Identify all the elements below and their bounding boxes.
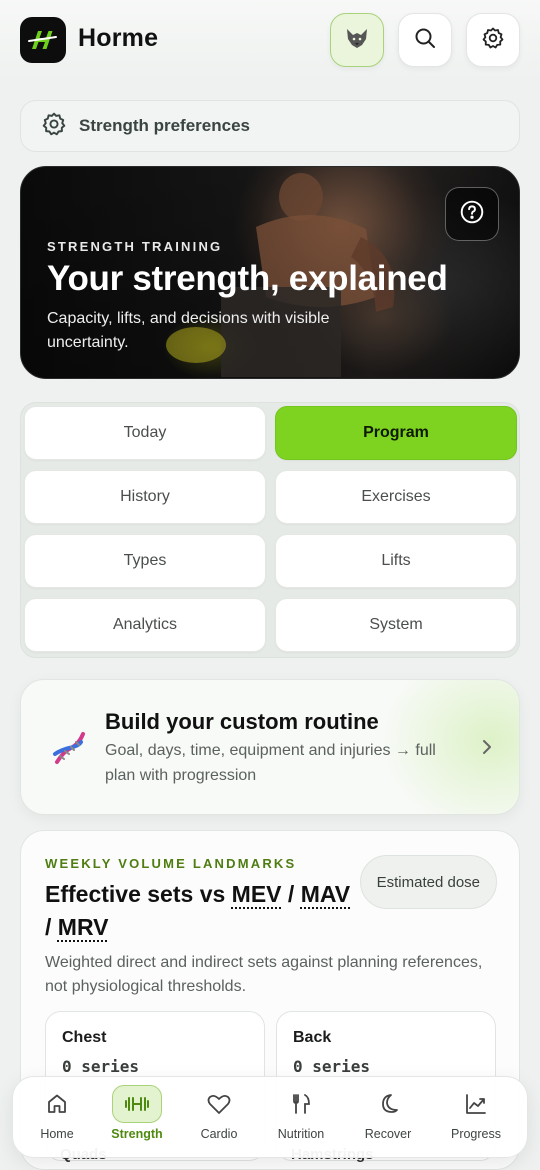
landmarks-eyebrow: WEEKLY VOLUME LANDMARKS — [45, 856, 297, 871]
hero-title: Your strength, explained — [47, 259, 448, 298]
mrv-term[interactable]: MRV — [58, 914, 109, 940]
help-icon — [459, 199, 485, 230]
nav-label: Cardio — [200, 1127, 238, 1141]
tab-program[interactable]: Program — [275, 406, 517, 460]
bottom-navigation: Home Strength Cardio Nutrition Recover P… — [12, 1076, 528, 1158]
tab-exercises[interactable]: Exercises — [275, 470, 517, 524]
strength-preferences-button[interactable]: Strength preferences — [20, 100, 520, 152]
landmarks-description: Weighted direct and indirect sets agains… — [45, 954, 483, 995]
nav-label: Recover — [364, 1127, 412, 1141]
tab-system[interactable]: System — [275, 598, 517, 652]
landmarks-title-prefix: Effective sets vs — [45, 881, 232, 907]
muscle-name: Chest — [62, 1029, 107, 1046]
help-button[interactable] — [445, 187, 499, 241]
tab-lifts[interactable]: Lifts — [275, 534, 517, 588]
horme-logo-icon[interactable] — [20, 17, 66, 63]
nav-progress[interactable]: Progress — [437, 1085, 515, 1151]
tab-history[interactable]: History — [24, 470, 266, 524]
mav-term[interactable]: MAV — [301, 881, 350, 907]
estimated-dose-badge[interactable]: Estimated dose — [359, 855, 497, 909]
nav-recover[interactable]: Recover — [349, 1085, 427, 1151]
settings-button[interactable] — [466, 13, 520, 67]
strength-section-tabs: Today Program History Exercises Types Li… — [20, 402, 520, 658]
dumbbell-icon — [112, 1085, 162, 1123]
nav-strength[interactable]: Strength — [98, 1085, 176, 1151]
build-routine-card[interactable]: Build your custom routine Goal, days, ti… — [20, 679, 520, 815]
dna-icon — [49, 728, 89, 773]
nav-label: Home — [40, 1127, 74, 1141]
moon-icon — [363, 1085, 413, 1123]
landmarks-title: Effective sets vs MEV / MAV / MRV — [45, 878, 355, 944]
wolf-coach-button[interactable] — [330, 13, 384, 67]
nav-cardio[interactable]: Cardio — [180, 1085, 258, 1151]
nav-label: Nutrition — [277, 1127, 325, 1141]
muscle-sets-value: 0 series — [62, 1057, 140, 1076]
app-title: Horme — [78, 24, 159, 52]
tab-today[interactable]: Today — [24, 406, 266, 460]
top-header: Horme — [0, 0, 540, 80]
mev-term[interactable]: MEV — [232, 881, 282, 907]
search-icon — [413, 26, 437, 55]
home-icon — [32, 1085, 82, 1123]
nav-label: Progress — [450, 1127, 502, 1141]
nav-home[interactable]: Home — [18, 1085, 96, 1151]
gear-icon — [41, 111, 67, 142]
tab-types[interactable]: Types — [24, 534, 266, 588]
chevron-right-icon — [481, 738, 493, 761]
routine-title: Build your custom routine — [105, 709, 379, 734]
hero-subtitle: Capacity, lifts, and decisions with visi… — [47, 310, 330, 351]
nav-nutrition[interactable]: Nutrition — [262, 1085, 340, 1151]
chart-icon — [451, 1085, 501, 1123]
hero-eyebrow: STRENGTH TRAINING — [47, 239, 223, 254]
strength-preferences-label: Strength preferences — [79, 116, 250, 135]
term-separator: / — [45, 914, 58, 940]
muscle-sets-value: 0 series — [293, 1057, 371, 1076]
hero-banner: STRENGTH TRAINING Your strength, explain… — [20, 166, 520, 379]
routine-subtitle: Goal, days, time, equipment and injuries… — [105, 742, 436, 784]
wolf-icon — [344, 26, 370, 55]
nav-label: Strength — [111, 1127, 163, 1141]
search-button[interactable] — [398, 13, 452, 67]
heart-icon — [194, 1085, 244, 1123]
utensils-icon — [276, 1085, 326, 1123]
strength-screen: Horme Strength preferences STRENGTH TRAI… — [0, 0, 540, 1170]
term-separator: / — [281, 881, 301, 907]
tab-analytics[interactable]: Analytics — [24, 598, 266, 652]
muscle-name: Back — [293, 1029, 332, 1046]
gear-icon — [481, 26, 505, 55]
